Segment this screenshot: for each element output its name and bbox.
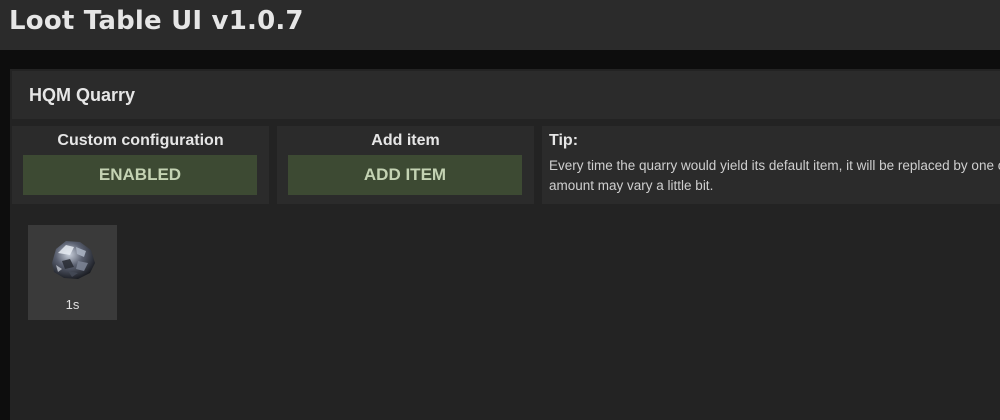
window-title: Loot Table UI v1.0.7 [9, 6, 304, 36]
add-item-button[interactable]: ADD ITEM [288, 155, 522, 195]
page-title: HQM Quarry [29, 85, 136, 105]
tip-title: Tip: [549, 132, 579, 149]
header-bar: HQM Quarry [12, 71, 1000, 119]
items-area [12, 212, 1000, 420]
loot-item-card[interactable]: 1s [28, 225, 117, 320]
hqm-ore-icon [52, 241, 95, 279]
custom-config-label: Custom configuration [57, 132, 224, 149]
tip-text: Every time the quarry would yield its de… [549, 158, 1000, 193]
enabled-toggle-button[interactable]: ENABLED [23, 155, 257, 195]
add-item-label: Add item [371, 132, 440, 149]
tip-box: Tip: Every time the quarry would yield i… [542, 126, 1000, 204]
title-bar: Loot Table UI v1.0.7 [0, 0, 1000, 50]
item-quantity: 1s [65, 297, 80, 312]
custom-config-box: Custom configuration ENABLED [12, 126, 269, 204]
add-item-box: Add item ADD ITEM [277, 126, 534, 204]
